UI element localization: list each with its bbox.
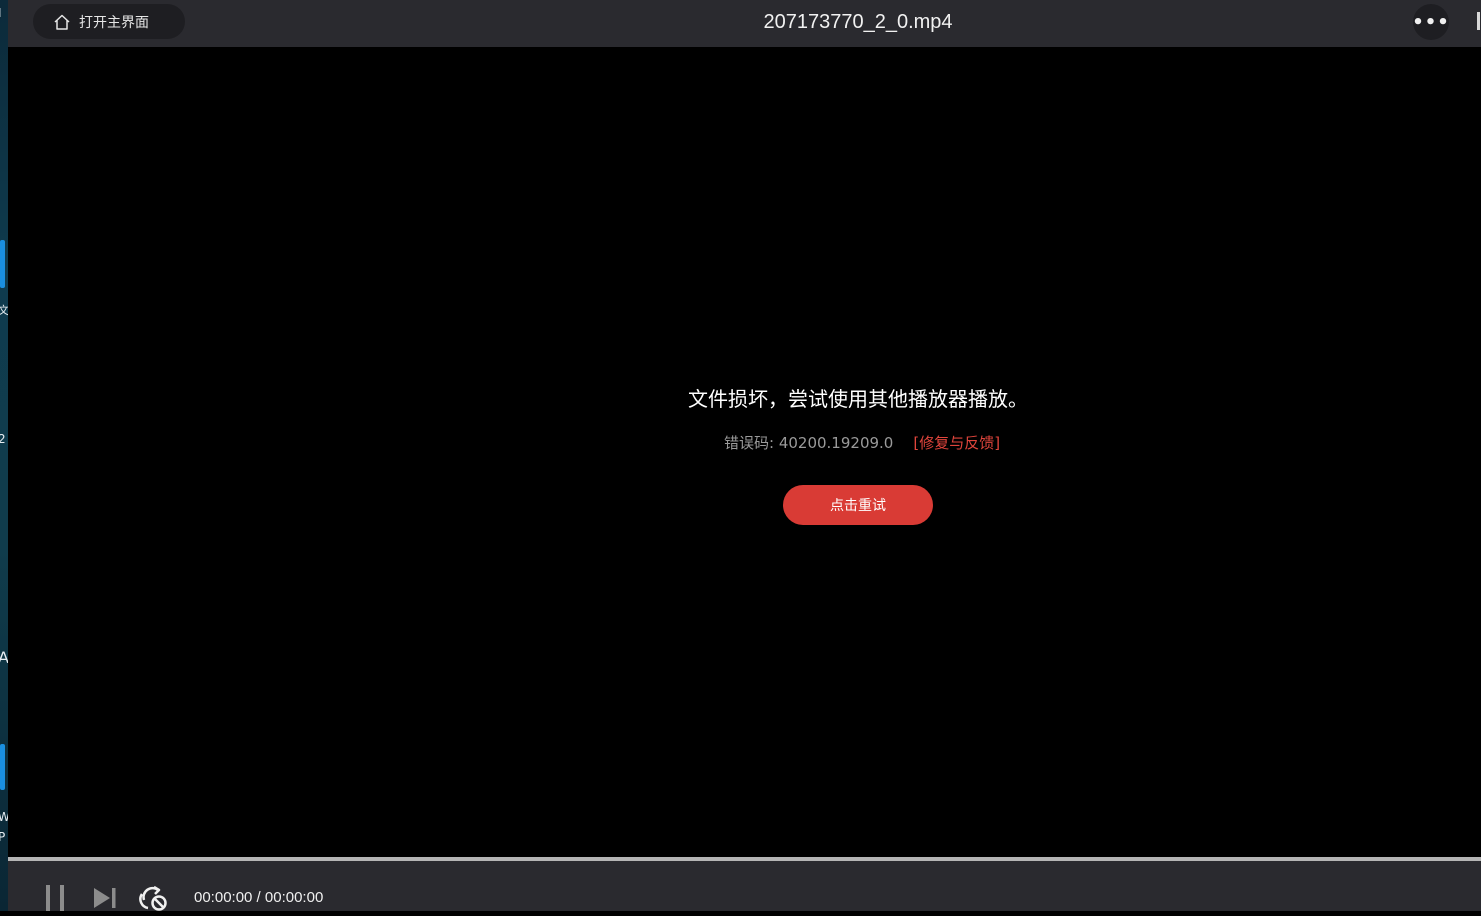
desktop-icon-label: W <box>0 810 8 824</box>
error-message: 文件损坏，尝试使用其他播放器播放。 <box>688 387 1028 411</box>
more-options-button[interactable]: ••• <box>1412 4 1450 40</box>
loop-disabled-icon <box>139 885 167 911</box>
skip-next-icon <box>94 888 116 908</box>
loop-toggle-button[interactable] <box>138 884 168 912</box>
pause-button[interactable] <box>44 885 66 911</box>
desktop-app-icon <box>0 240 5 288</box>
error-code: 错误码: 40200.19209.0 <box>724 434 894 452</box>
video-display-area[interactable]: 文件损坏，尝试使用其他播放器播放。 错误码: 40200.19209.0 [修复… <box>8 47 1481 857</box>
retry-button[interactable]: 点击重试 <box>783 485 933 525</box>
desktop-icon-glyph: A <box>0 648 8 667</box>
more-icon: ••• <box>1412 11 1450 33</box>
window-edge-indicator <box>1477 12 1480 30</box>
next-button[interactable] <box>92 886 118 910</box>
desktop-icon-glyph: I <box>0 6 2 20</box>
desktop-app-icon <box>0 744 5 790</box>
pause-icon-bar <box>60 885 64 911</box>
time-display: 00:00:00 / 00:00:00 <box>194 889 324 906</box>
retry-button-label: 点击重试 <box>830 498 886 514</box>
error-details-row: 错误码: 40200.19209.0 [修复与反馈] <box>724 432 1000 453</box>
video-player-window: 打开主界面 207173770_2_0.mp4 ••• 文件损坏，尝试使用其他播… <box>8 0 1481 911</box>
title-bar: 打开主界面 207173770_2_0.mp4 ••• <box>8 0 1481 47</box>
pause-icon-bar <box>46 885 50 911</box>
desktop-icon-label: 2 <box>0 432 6 446</box>
desktop-icon-label: 文 <box>0 304 8 317</box>
desktop-icon-label: P <box>0 830 6 844</box>
desktop-background-strip: I 文 2 A W P <box>0 0 8 911</box>
control-bar: 00:00:00 / 00:00:00 <box>8 861 1481 911</box>
video-title: 207173770_2_0.mp4 <box>763 11 953 33</box>
repair-feedback-link[interactable]: [修复与反馈] <box>913 432 1000 453</box>
